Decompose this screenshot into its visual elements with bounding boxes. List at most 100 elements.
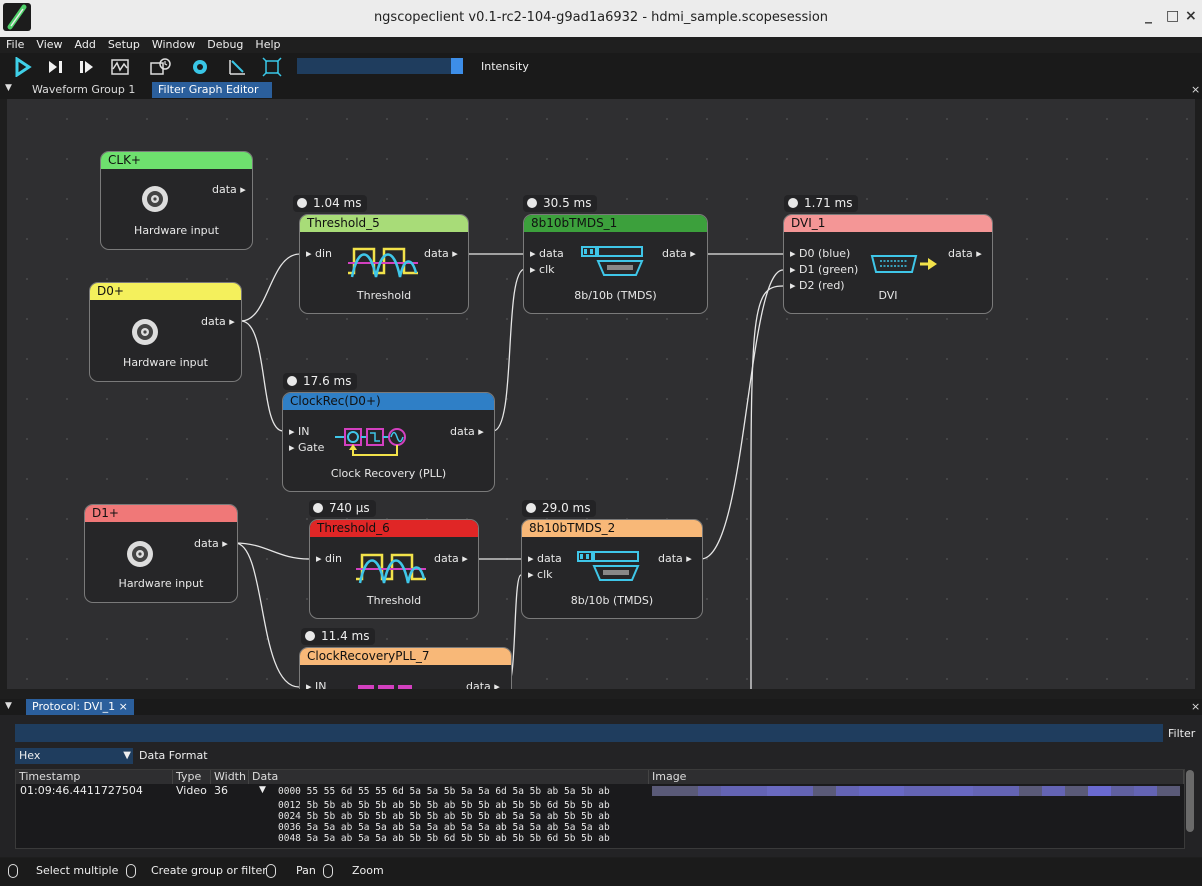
node-threshold5-output-port[interactable]: data ▸ (424, 247, 458, 260)
node-clockrec-timer-value: 17.6 ms (303, 374, 352, 388)
column-header-type[interactable]: Type (173, 770, 211, 784)
protocol-scrollbar[interactable] (1186, 770, 1194, 832)
protocol-tab-close-icon[interactable]: × (119, 700, 128, 713)
node-clockrec[interactable]: ClockRec(D0+) ▸ IN ▸ Gate data ▸ Clock R… (282, 392, 495, 492)
row-expand-icon[interactable]: ▼ (259, 784, 266, 797)
history-icon[interactable] (150, 57, 171, 77)
column-header-image[interactable]: Image (649, 770, 1184, 784)
node-threshold5-timer: 1.04 ms (293, 195, 368, 212)
menu-file[interactable]: File (0, 37, 30, 53)
node-clockpll7-in-port[interactable]: ▸ IN (306, 680, 327, 689)
menu-help[interactable]: Help (249, 37, 286, 53)
node-tmds2-label: 8b/10b (TMDS) (570, 594, 654, 607)
menu-window[interactable]: Window (146, 37, 201, 53)
node-clockpll7-output-port[interactable]: data ▸ (466, 680, 500, 689)
minimize-button[interactable]: _ (1145, 8, 1152, 24)
bnc-connector-icon (142, 186, 168, 212)
trigger-single-icon[interactable] (46, 57, 66, 77)
image-pixel-block (996, 786, 1020, 796)
title-bar: ngscopeclient v0.1-rc2-104-g9ad1a6932 - … (0, 0, 1202, 38)
node-tmds2-data-port[interactable]: ▸ data (528, 552, 562, 565)
row-image-preview[interactable] (652, 786, 1180, 796)
protocol-tab-menu-icon[interactable]: ▼ (5, 701, 12, 711)
node-threshold6[interactable]: Threshold_6 ▸ din data ▸ Threshold (309, 519, 479, 619)
row-timestamp[interactable]: 01:09:46.4411727504 (20, 784, 143, 797)
node-tmds2-clk-port[interactable]: ▸ clk (528, 568, 553, 581)
column-header-data[interactable]: Data (249, 770, 649, 784)
node-tmds2[interactable]: 8b10bTMDS_2 ▸ data ▸ clk data ▸ 8b/10b (… (521, 519, 703, 619)
maximize-button[interactable]: □ (1166, 8, 1179, 24)
menu-debug[interactable]: Debug (201, 37, 249, 53)
node-threshold6-timer: 740 µs (309, 500, 376, 517)
protocol-filter-input[interactable] (15, 724, 1163, 742)
node-d1-output-port[interactable]: data ▸ (194, 537, 228, 550)
node-clockrec-output-port[interactable]: data ▸ (450, 425, 484, 438)
node-tmds2-output-port[interactable]: data ▸ (658, 552, 692, 565)
intensity-slider-knob[interactable] (451, 58, 463, 74)
protocol-dock-close-icon[interactable]: × (1191, 700, 1200, 713)
menu-setup[interactable]: Setup (102, 37, 146, 53)
clock-icon (297, 198, 307, 208)
image-pixel-block (973, 786, 997, 796)
trigger-force-icon[interactable] (78, 57, 98, 77)
node-clk-input[interactable]: CLK+ data ▸ Hardware input (100, 151, 253, 250)
node-d0-input[interactable]: D0+ data ▸ Hardware input (89, 282, 242, 382)
node-d0-label: Hardware input (123, 356, 208, 369)
image-pixel-block (766, 786, 790, 796)
node-dvi1-d0-port[interactable]: ▸ D0 (blue) (790, 247, 850, 260)
waveform-icon[interactable] (110, 57, 130, 77)
mouse-scroll-icon (323, 864, 333, 878)
node-clockrec-title: ClockRec(D0+) (283, 393, 494, 410)
threshold-icon (356, 553, 426, 584)
protocol-tab-bar (0, 699, 1202, 715)
image-pixel-block (1134, 786, 1157, 796)
node-tmds1-data-port[interactable]: ▸ data (530, 247, 564, 260)
node-threshold5-input-port[interactable]: ▸ din (306, 247, 332, 260)
node-clockrec-gate-port[interactable]: ▸ Gate (289, 441, 324, 454)
dock-close-icon[interactable]: × (1191, 83, 1200, 96)
node-d1-title: D1+ (85, 505, 237, 522)
node-clk-output-port[interactable]: data ▸ (212, 183, 246, 196)
node-tmds1-clk-port[interactable]: ▸ clk (530, 263, 555, 276)
node-threshold6-input-port[interactable]: ▸ din (316, 552, 342, 565)
node-threshold5[interactable]: Threshold_5 ▸ din data ▸ Threshold (299, 214, 469, 314)
node-d0-output-port[interactable]: data ▸ (201, 315, 235, 328)
node-dvi1-output-port[interactable]: data ▸ (948, 247, 982, 260)
tab-waveform-group[interactable]: Waveform Group 1 (26, 82, 141, 98)
menu-view[interactable]: View (30, 37, 68, 53)
node-d1-input[interactable]: D1+ data ▸ Hardware input (84, 504, 238, 603)
window-title: ngscopeclient v0.1-rc2-104-g9ad1a6932 - … (373, 10, 829, 25)
node-dvi1-d1-port[interactable]: ▸ D1 (green) (790, 263, 858, 276)
row-type[interactable]: Video (176, 784, 207, 797)
image-pixel-block (1156, 786, 1180, 796)
node-tmds1[interactable]: 8b10bTMDS_1 ▸ data ▸ clk data ▸ 8b/10b (… (523, 214, 708, 314)
node-threshold6-output-port[interactable]: data ▸ (434, 552, 468, 565)
hex-line: 0048 5a 5a ab 5a 5a ab 5b 5b 6d 5b 5b ab… (278, 833, 610, 844)
image-pixel-block (697, 786, 721, 796)
filter-graph-canvas[interactable]: CLK+ data ▸ Hardware input D0+ data ▸ Ha… (7, 99, 1195, 689)
tab-protocol-dvi1[interactable]: Protocol: DVI_1 × (26, 699, 134, 715)
row-data-hex: 0000 55 55 6d 55 55 6d 5a 5a 5b 5a 5a 6d… (278, 786, 610, 846)
trigger-start-icon[interactable] (12, 56, 32, 78)
refresh-icon[interactable] (190, 57, 210, 77)
column-header-timestamp[interactable]: Timestamp (16, 770, 173, 784)
node-tmds1-output-port[interactable]: data ▸ (662, 247, 696, 260)
clear-sweeps-icon[interactable] (227, 57, 247, 77)
row-width[interactable]: 36 (214, 784, 228, 797)
clock-icon (287, 376, 297, 386)
node-dvi1[interactable]: DVI_1 ▸ D0 (blue) ▸ D1 (green) ▸ D2 (red… (783, 214, 993, 314)
tab-filter-graph-editor[interactable]: Filter Graph Editor × (152, 82, 272, 112)
node-tmds2-timer-value: 29.0 ms (542, 501, 591, 515)
node-clockpll7[interactable]: ClockRecoveryPLL_7 ▸ IN data ▸ (299, 647, 512, 689)
close-window-button[interactable]: × (1185, 8, 1197, 24)
data-format-select[interactable]: Hex ▼ (15, 748, 133, 764)
fullscreen-icon[interactable] (262, 57, 282, 77)
node-clockrec-in-port[interactable]: ▸ IN (289, 425, 310, 438)
intensity-slider-track[interactable] (297, 58, 458, 74)
node-tmds2-timer: 29.0 ms (522, 500, 597, 517)
menu-add[interactable]: Add (69, 37, 102, 53)
image-pixel-block (674, 786, 698, 796)
intensity-label: Intensity (481, 60, 529, 73)
tab-menu-icon[interactable]: ▼ (5, 83, 12, 93)
column-header-width[interactable]: Width (211, 770, 249, 784)
